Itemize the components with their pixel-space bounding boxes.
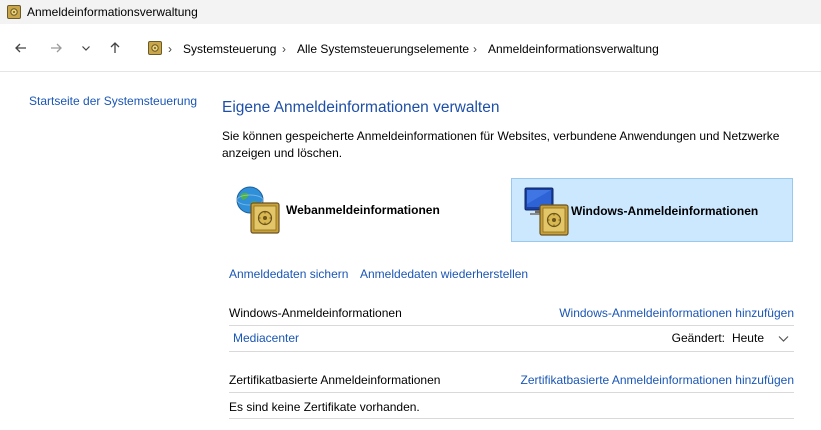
windows-credentials-section-title: Windows-Anmeldeinformationen xyxy=(229,306,402,320)
certificate-credentials-section-title: Zertifikatbasierte Anmeldeinformationen xyxy=(229,373,441,387)
no-certificates-text: Es sind keine Zertifikate vorhanden. xyxy=(229,400,420,414)
title-bar: Anmeldeinformationsverwaltung xyxy=(0,0,821,24)
breadcrumb-all-items[interactable]: Alle Systemsteuerungselemente xyxy=(297,42,469,56)
credential-changed-label: Geändert: xyxy=(671,331,725,345)
up-button[interactable] xyxy=(104,37,126,59)
globe-safe-icon xyxy=(236,186,280,234)
web-credentials-tile[interactable]: Webanmeldeinformationen xyxy=(229,178,489,242)
arrow-right-icon xyxy=(51,43,62,53)
divider xyxy=(229,392,794,393)
window-title: Anmeldeinformationsverwaltung xyxy=(27,5,198,19)
forward-button[interactable] xyxy=(45,37,67,59)
credential-manager-icon xyxy=(7,5,21,19)
recent-locations-button[interactable] xyxy=(75,37,97,59)
credential-name[interactable]: Mediacenter xyxy=(233,331,299,345)
windows-credentials-label: Windows-Anmeldeinformationen xyxy=(571,204,759,218)
breadcrumb-systemsteuerung[interactable]: Systemsteuerung xyxy=(183,42,276,56)
address-bar[interactable]: › Systemsteuerung › Alle Systemsteuerung… xyxy=(140,34,821,62)
divider xyxy=(229,351,794,352)
add-windows-credential-link[interactable]: Windows-Anmeldeinformationen hinzufügen xyxy=(559,306,794,320)
chevron-down-icon xyxy=(82,46,90,51)
page-description: Sie können gespeicherte Anmeldeinformati… xyxy=(222,129,780,160)
sidebar-home-link[interactable]: Startseite der Systemsteuerung xyxy=(29,94,197,108)
backup-credentials-link[interactable]: Anmeldedaten sichern xyxy=(229,267,348,281)
monitor-safe-icon xyxy=(524,187,569,236)
windows-credentials-tile[interactable]: Windows-Anmeldeinformationen xyxy=(511,178,793,242)
control-panel-icon xyxy=(148,41,162,55)
add-certificate-credential-link[interactable]: Zertifikatbasierte Anmeldeinformationen … xyxy=(521,373,795,387)
credential-changed-value: Heute xyxy=(731,331,764,345)
restore-credentials-link[interactable]: Anmeldedaten wiederherstellen xyxy=(360,267,528,281)
credential-row[interactable]: Mediacenter Geändert: Heute xyxy=(229,326,794,351)
arrow-up-icon xyxy=(110,42,120,53)
page-title: Eigene Anmeldeinformationen verwalten xyxy=(222,99,500,116)
breadcrumb-separator: › xyxy=(282,42,286,56)
breadcrumb-credential-manager[interactable]: Anmeldeinformationsverwaltung xyxy=(488,42,659,56)
breadcrumb-separator: › xyxy=(473,42,477,56)
arrow-left-icon xyxy=(15,43,26,53)
chevron-down-icon[interactable] xyxy=(778,334,789,344)
navigation-bar: › Systemsteuerung › Alle Systemsteuerung… xyxy=(0,24,821,72)
back-button[interactable] xyxy=(10,37,32,59)
breadcrumb-separator: › xyxy=(168,42,172,56)
divider xyxy=(229,418,794,419)
web-credentials-label: Webanmeldeinformationen xyxy=(286,203,440,217)
